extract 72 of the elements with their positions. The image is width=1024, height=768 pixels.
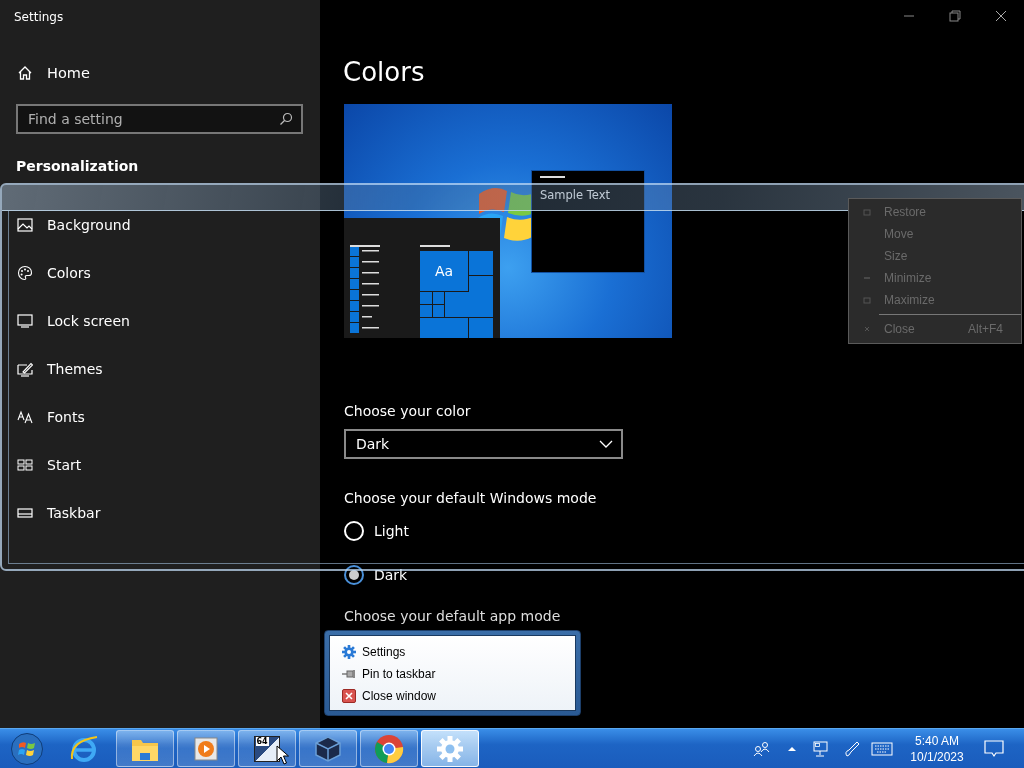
pin-icon <box>340 669 357 679</box>
clock-date: 10/1/2023 <box>910 748 964 765</box>
page-title: Colors <box>343 56 426 89</box>
home-link[interactable]: Home <box>0 53 320 93</box>
taskbar-icon <box>17 508 33 518</box>
sidebar-item[interactable]: Lock screen <box>0 307 320 335</box>
field-label: Choose your default app mode <box>344 607 562 626</box>
tile <box>445 292 493 317</box>
close-icon <box>341 689 356 703</box>
keyboard-icon[interactable] <box>871 741 893 756</box>
tile <box>433 305 444 317</box>
chevron-down-icon <box>599 440 613 448</box>
maximize-icon <box>862 296 871 304</box>
clock[interactable]: 5:40 AM 10/1/2023 <box>903 732 971 765</box>
close-icon <box>863 326 870 332</box>
section-heading: Personalization <box>16 157 140 176</box>
tile <box>420 318 468 338</box>
tile <box>420 292 432 304</box>
tile <box>433 292 444 304</box>
monitor-icon <box>17 314 33 328</box>
gear-icon <box>435 734 464 763</box>
sample-text: Sample Text <box>540 188 611 202</box>
picture-icon <box>17 218 33 232</box>
brush-monitor-icon <box>17 361 33 377</box>
taskbar-button[interactable]: 64 <box>237 730 296 767</box>
radio-label: Dark <box>374 567 408 583</box>
clock-time: 5:40 AM <box>915 732 959 749</box>
gear-icon <box>341 645 356 659</box>
tile-label: Aa <box>420 251 468 291</box>
people-icon[interactable] <box>753 740 771 757</box>
taskbar-button[interactable] <box>176 730 235 767</box>
chevron-up-icon[interactable] <box>787 745 797 752</box>
sidebar-item[interactable]: Colors <box>0 259 320 287</box>
restore-icon <box>862 208 871 216</box>
close-icon[interactable] <box>995 10 1007 22</box>
mouse-pointer-icon <box>276 745 289 765</box>
browser-icon <box>373 733 404 764</box>
sidebar-item[interactable]: Start <box>0 451 320 479</box>
font-icon <box>17 410 33 424</box>
pen-icon[interactable] <box>843 739 861 758</box>
jump-list-item[interactable]: Close window <box>341 685 575 707</box>
search-field[interactable]: Find a setting <box>16 104 303 134</box>
taskbar-button[interactable] <box>298 730 357 767</box>
jump-list-item[interactable]: Pin to taskbar <box>341 663 575 685</box>
search-icon <box>279 112 293 126</box>
field-label: Choose your color <box>344 402 472 421</box>
palette-icon <box>17 265 33 281</box>
jump-list-item[interactable]: Settings <box>341 641 575 663</box>
color-dropdown[interactable]: Dark <box>344 429 623 459</box>
sidebar-item[interactable]: Themes <box>0 355 320 383</box>
tile <box>469 251 493 275</box>
cube-icon <box>313 734 342 763</box>
home-icon <box>17 65 33 81</box>
start-orb-icon[interactable] <box>10 731 44 766</box>
icon-badge: 64 <box>255 736 269 746</box>
radio-button[interactable] <box>344 565 364 585</box>
sidebar-item[interactable]: Taskbar <box>0 499 320 527</box>
menu-lines-icon <box>350 246 380 334</box>
play-icon <box>192 735 219 762</box>
tile <box>469 276 493 292</box>
tile <box>420 305 432 317</box>
sidebar-item[interactable]: Fonts <box>0 403 320 431</box>
radio-label: Light <box>374 523 409 539</box>
shortcut-label: Alt+F4 <box>968 322 1003 336</box>
field-label: Choose your default Windows mode <box>344 489 598 508</box>
network-icon[interactable] <box>813 740 831 757</box>
tile <box>469 318 493 338</box>
notification-icon[interactable] <box>984 739 1004 758</box>
sidebar-item[interactable]: Background <box>0 211 320 239</box>
tiles-icon <box>17 459 33 471</box>
window-title: Settings <box>13 9 65 26</box>
restore-icon[interactable] <box>949 10 961 22</box>
